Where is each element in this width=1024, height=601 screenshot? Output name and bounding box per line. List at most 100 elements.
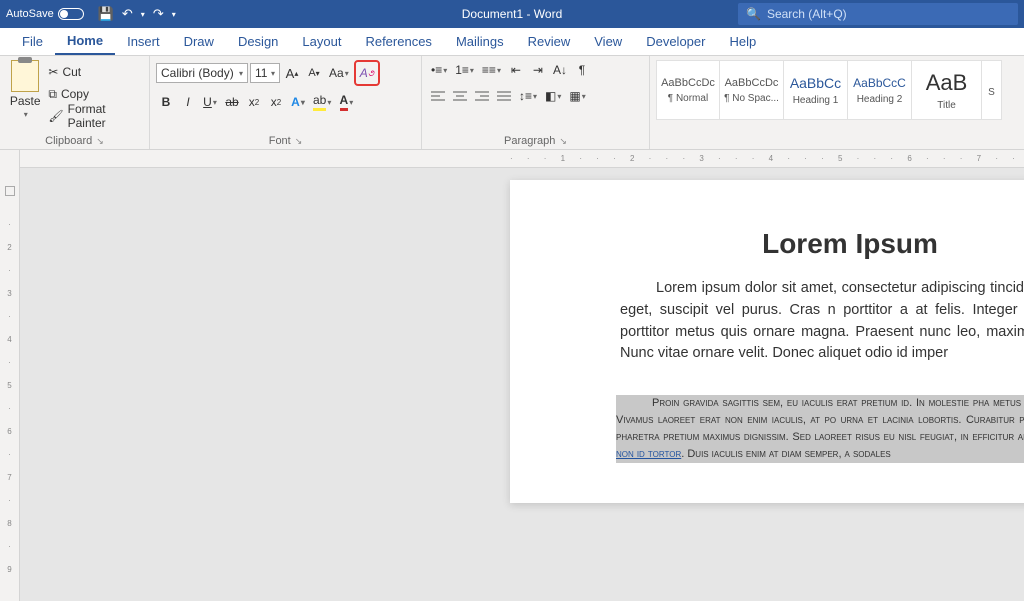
ribbon: Paste ▾ ✂ Cut ⧉ Copy 🖌 Format Painter Cl	[0, 56, 1024, 150]
paste-button[interactable]: Paste ▾	[6, 60, 44, 126]
tab-file[interactable]: File	[10, 28, 55, 55]
search-input[interactable]	[767, 7, 1010, 21]
align-left-button[interactable]	[428, 86, 448, 106]
tab-references[interactable]: References	[353, 28, 443, 55]
cut-icon: ✂	[48, 65, 58, 79]
style-preview: AaBbCcDc	[725, 77, 779, 89]
search-bar[interactable]: 🔍	[738, 3, 1018, 25]
superscript-button[interactable]: x2	[266, 92, 286, 112]
bold-button[interactable]: B	[156, 92, 176, 112]
format-painter-button[interactable]: 🖌 Format Painter	[48, 106, 143, 126]
font-size-combo[interactable]: 11 ▾	[250, 63, 280, 83]
work-area: ·2 ·3 ·4 ·5 ·6 ·7 ·8 ·9 · · · 1 · · · 2 …	[0, 150, 1024, 601]
paragraph-dialog-launcher-icon[interactable]: ↘	[559, 136, 567, 147]
title-bar: AutoSave 💾 ↶ ▾ ↷ ▾ Document1 - Word 🔍	[0, 0, 1024, 28]
tab-home[interactable]: Home	[55, 28, 115, 55]
autosave-group: AutoSave	[6, 8, 84, 20]
tab-review[interactable]: Review	[516, 28, 583, 55]
numbering-button[interactable]: 1≡▾	[452, 60, 477, 80]
strikethrough-button[interactable]: ab	[222, 92, 242, 112]
justify-button[interactable]	[494, 86, 514, 106]
grow-font-button[interactable]: A▴	[282, 63, 302, 83]
style-preview: AaBbCcC	[853, 76, 906, 90]
save-icon[interactable]: 💾	[98, 6, 114, 22]
increase-indent-button[interactable]: ⇥	[528, 60, 548, 80]
style-heading-2[interactable]: AaBbCcC Heading 2	[848, 60, 912, 120]
redo-icon[interactable]: ↷	[153, 6, 164, 22]
ribbon-tabs: File Home Insert Draw Design Layout Refe…	[0, 28, 1024, 56]
decrease-indent-button[interactable]: ⇤	[506, 60, 526, 80]
change-case-button[interactable]: Aa▾	[326, 63, 352, 83]
document-title: Document1 - Word	[462, 7, 562, 21]
styles-gallery[interactable]: AaBbCcDc ¶ Normal AaBbCcDc ¶ No Spac... …	[656, 60, 1018, 120]
font-name-dropdown-icon[interactable]: ▾	[239, 69, 243, 78]
qat-customize-icon[interactable]: ▾	[172, 10, 176, 19]
style-more[interactable]: S	[982, 60, 1002, 120]
italic-button[interactable]: I	[178, 92, 198, 112]
cut-button[interactable]: ✂ Cut	[48, 62, 143, 82]
autosave-toggle[interactable]	[58, 8, 84, 20]
clear-formatting-button[interactable]: A૭	[357, 63, 377, 83]
style-name: ¶ Normal	[668, 93, 708, 104]
tab-view[interactable]: View	[582, 28, 634, 55]
shading-button[interactable]: ◧▾	[542, 86, 564, 106]
tab-draw[interactable]: Draw	[172, 28, 226, 55]
align-center-button[interactable]	[450, 86, 470, 106]
font-size-dropdown-icon[interactable]: ▾	[271, 69, 275, 78]
tab-mailings[interactable]: Mailings	[444, 28, 516, 55]
document-area[interactable]: · · · 1 · · · 2 · · · 3 · · · 4 · · · 5 …	[20, 150, 1024, 601]
style-heading-1[interactable]: AaBbCc Heading 1	[784, 60, 848, 120]
bullets-button[interactable]: •≡▾	[428, 60, 450, 80]
tab-help[interactable]: Help	[717, 28, 768, 55]
style-preview: AaBbCcDc	[661, 77, 715, 89]
font-color-button[interactable]: A▾	[336, 92, 356, 112]
tab-design[interactable]: Design	[226, 28, 290, 55]
clipboard-dialog-launcher-icon[interactable]: ↘	[96, 136, 104, 147]
undo-dropdown-icon[interactable]: ▾	[141, 10, 145, 19]
clear-formatting-highlight: A૭	[354, 60, 380, 86]
multilevel-list-button[interactable]: ≡≡▾	[479, 60, 504, 80]
paragraph-group-label: Paragraph	[504, 135, 555, 147]
copy-button[interactable]: ⧉ Copy	[48, 84, 143, 104]
align-right-button[interactable]	[472, 86, 492, 106]
tab-developer[interactable]: Developer	[634, 28, 717, 55]
style-name: ¶ No Spac...	[724, 93, 779, 104]
borders-button[interactable]: ▦▾	[566, 86, 588, 106]
selected-text-post: . Duis iaculis enim at diam semper, a so…	[681, 448, 891, 460]
autosave-label: AutoSave	[6, 8, 54, 20]
style-name: S	[988, 87, 995, 98]
text-effects-button[interactable]: A▾	[288, 92, 308, 112]
style-title[interactable]: AaB Title	[912, 60, 982, 120]
paste-dropdown-icon[interactable]: ▾	[24, 110, 28, 119]
group-font: Calibri (Body) ▾ 11 ▾ A▴ A▾ Aa▾ A૭ B I U…	[150, 56, 422, 149]
format-painter-icon: 🖌	[48, 109, 63, 123]
font-dialog-launcher-icon[interactable]: ↘	[295, 136, 303, 147]
group-clipboard: Paste ▾ ✂ Cut ⧉ Copy 🖌 Format Painter Cl	[0, 56, 150, 149]
clipboard-group-label: Clipboard	[45, 135, 92, 147]
format-painter-label: Format Painter	[68, 102, 143, 130]
show-hide-button[interactable]: ¶	[572, 60, 592, 80]
font-group-label: Font	[269, 135, 291, 147]
selected-text-pre: Proin gravida sagittis sem, eu iaculis e…	[616, 397, 1024, 443]
highlight-color-button[interactable]: ab▾	[310, 92, 334, 112]
page[interactable]: Lorem Ipsum Lorem ipsum dolor sit amet, …	[510, 180, 1024, 503]
horizontal-ruler: · · · 1 · · · 2 · · · 3 · · · 4 · · · 5 …	[20, 150, 1024, 168]
group-styles: AaBbCcDc ¶ Normal AaBbCcDc ¶ No Spac... …	[650, 56, 1024, 149]
line-spacing-button[interactable]: ↕≡▾	[516, 86, 540, 106]
style-normal[interactable]: AaBbCcDc ¶ Normal	[656, 60, 720, 120]
subscript-button[interactable]: x2	[244, 92, 264, 112]
font-name-combo[interactable]: Calibri (Body) ▾	[156, 63, 248, 83]
style-preview: AaB	[926, 70, 968, 96]
tab-selector-icon[interactable]	[5, 186, 15, 196]
copy-icon: ⧉	[48, 87, 57, 102]
selected-link: non id tortor	[616, 448, 681, 460]
undo-icon[interactable]: ↶	[122, 6, 133, 22]
shrink-font-button[interactable]: A▾	[304, 63, 324, 83]
sort-button[interactable]: A↓	[550, 60, 570, 80]
quick-access-toolbar: 💾 ↶ ▾ ↷ ▾	[98, 6, 176, 22]
tab-insert[interactable]: Insert	[115, 28, 172, 55]
underline-button[interactable]: U▾	[200, 92, 220, 112]
tab-layout[interactable]: Layout	[290, 28, 353, 55]
font-name-value: Calibri (Body)	[161, 66, 234, 80]
style-no-spacing[interactable]: AaBbCcDc ¶ No Spac...	[720, 60, 784, 120]
